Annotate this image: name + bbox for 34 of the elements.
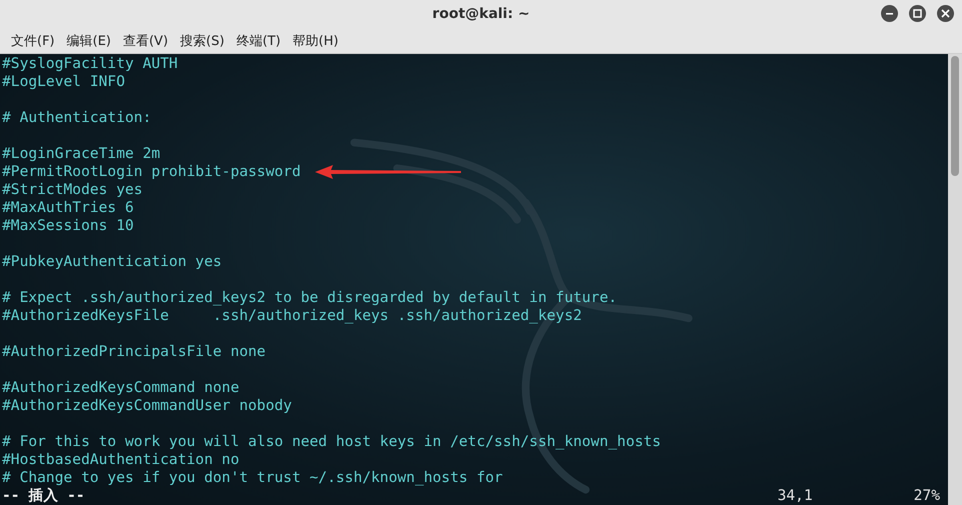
- code-line: # Change to yes if you don't trust ~/.ssh/known_hosts for: [2, 469, 503, 487]
- code-line: #PubkeyAuthentication yes: [2, 253, 222, 271]
- code-line: # For this to work you will also need host keys in /etc/ssh/ssh_known_hosts: [2, 433, 661, 451]
- maximize-icon: [913, 9, 922, 18]
- code-line: #LoginGraceTime 2m: [2, 145, 160, 163]
- code-line: #AuthorizedPrincipalsFile none: [2, 343, 266, 361]
- code-line: #AuthorizedKeysCommandUser nobody: [2, 397, 292, 415]
- editor-mode: -- 插入 --: [2, 487, 85, 505]
- code-line: #MaxSessions 10: [2, 217, 134, 235]
- minimize-button[interactable]: [881, 5, 898, 22]
- code-line: #PermitRootLogin prohibit-password: [2, 163, 301, 181]
- code-line: #SyslogFacility AUTH: [2, 55, 178, 73]
- code-line: #AuthorizedKeysFile .ssh/authorized_keys .ssh/authorized_keys2: [2, 307, 582, 325]
- menu-item[interactable]: 搜索(S): [175, 30, 230, 52]
- code-line: #StrictModes yes: [2, 181, 143, 199]
- close-button[interactable]: [937, 5, 954, 22]
- menu-item[interactable]: 终端(T): [231, 30, 286, 52]
- maximize-button[interactable]: [909, 5, 926, 22]
- code-line: #HostbasedAuthentication no: [2, 451, 240, 469]
- scroll-percent: 27%: [914, 487, 940, 505]
- code-line: #LogLevel INFO: [2, 73, 126, 91]
- code-line: #MaxAuthTries 6: [2, 199, 134, 217]
- scrollbar[interactable]: [948, 54, 962, 505]
- code-line: # Authentication:: [2, 109, 152, 127]
- code-line: #AuthorizedKeysCommand none: [2, 379, 240, 397]
- scrollbar-thumb[interactable]: [951, 56, 959, 176]
- window-title: root@kali: ~: [432, 6, 530, 22]
- menu-item[interactable]: 帮助(H): [288, 30, 344, 52]
- cursor-position: 34,1: [777, 487, 813, 505]
- menu-item[interactable]: 查看(V): [118, 30, 174, 52]
- menu-item[interactable]: 文件(F): [6, 30, 60, 52]
- code-line: # Expect .ssh/authorized_keys2 to be disregarded by default in future.: [2, 289, 618, 307]
- close-icon: [941, 9, 950, 18]
- menu-item[interactable]: 编辑(E): [62, 30, 116, 52]
